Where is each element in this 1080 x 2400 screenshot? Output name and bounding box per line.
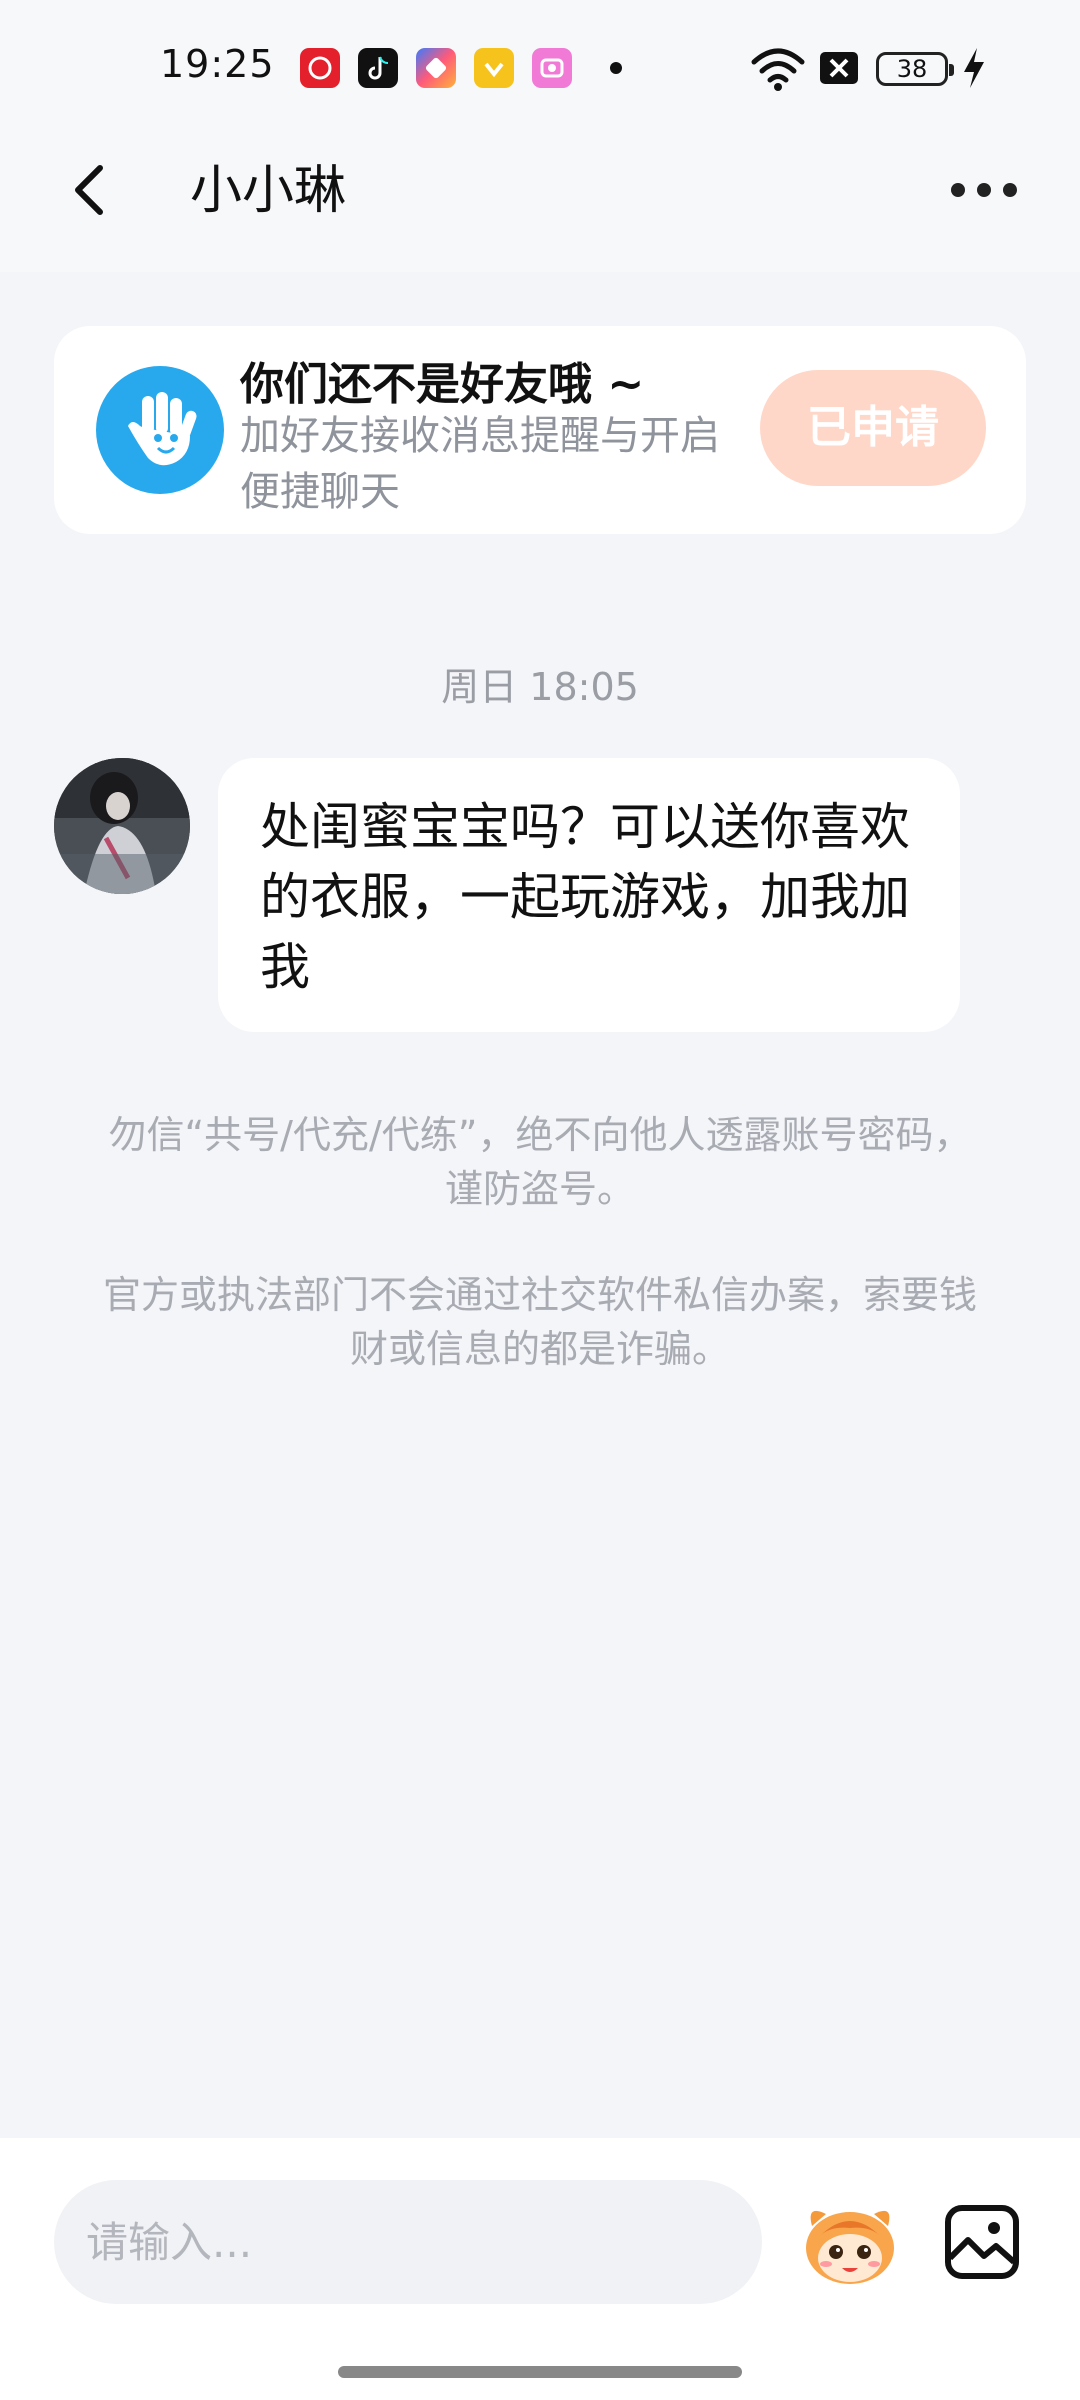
battery-indicator: 38 (876, 52, 954, 86)
nav-bar (0, 140, 1080, 272)
more-options-button[interactable] (948, 170, 1020, 210)
security-notice-account: 勿信“共号/代充/代练”，绝不向他人透露账号密码，谨防盗号。 (108, 1113, 972, 1211)
security-notice-fraud: 官方或执法部门不会通过社交软件私信办案，索要钱财或信息的都是诈骗。 (102, 1273, 977, 1371)
emoji-button[interactable] (800, 2196, 900, 2288)
no-sim-icon (818, 44, 860, 92)
camera-app-icon (532, 48, 572, 88)
mascot-emoji-icon (806, 2210, 894, 2284)
charging-icon (960, 44, 988, 92)
applied-button[interactable]: 已申请 (760, 370, 986, 486)
wifi-icon (750, 44, 806, 92)
image-picker-button[interactable] (944, 2204, 1020, 2280)
page-title: 小小琳 (190, 161, 347, 221)
hand-wave-icon (96, 366, 224, 494)
message-input-container[interactable] (54, 2180, 762, 2304)
notification-dot-icon (610, 62, 622, 74)
friend-status-title: 你们还不是好友哦 ~ (240, 359, 645, 410)
back-button[interactable] (62, 160, 122, 220)
home-indicator[interactable] (338, 2366, 742, 2378)
tiktok-icon (358, 48, 398, 88)
message-bubble[interactable]: 处闺蜜宝宝吗？可以送你喜欢的衣服，一起玩游戏，加我加我 (218, 758, 960, 1032)
message-timestamp: 周日 18:05 (441, 665, 639, 709)
status-time: 19:25 (160, 42, 275, 86)
status-bar: 19:25 38 (0, 0, 1080, 140)
more-dots-icon (951, 183, 1017, 197)
taobao-icon (300, 48, 340, 88)
chevron-left-icon (75, 165, 103, 215)
avatar[interactable] (54, 758, 190, 894)
coupon-app-icon (474, 48, 514, 88)
image-icon (945, 2205, 1019, 2279)
shortcut-app-icon (416, 48, 456, 88)
friend-status-card: 你们还不是好友哦 ~ 加好友接收消息提醒与开启便捷聊天 已申请 (54, 326, 1026, 534)
friend-status-subtitle: 加好友接收消息提醒与开启便捷聊天 (240, 413, 720, 515)
message-input[interactable] (54, 2180, 762, 2304)
